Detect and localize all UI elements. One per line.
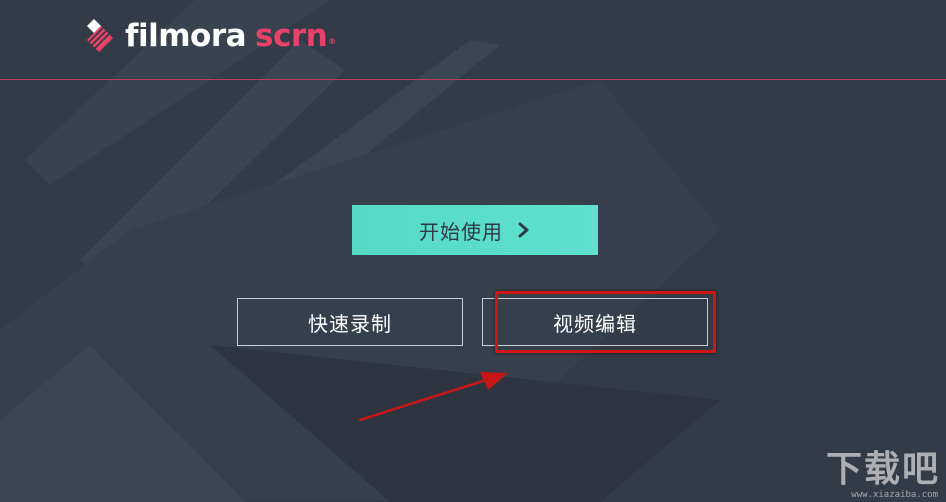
watermark: 下载吧 www.xiazaiba.com	[808, 440, 946, 502]
logo-word-scrn: scrn	[255, 18, 328, 54]
logo-wordmark: filmora scrn®	[125, 16, 336, 56]
registered-mark: ®	[328, 37, 336, 46]
quick-record-button[interactable]: 快速录制	[237, 298, 463, 346]
watermark-title: 下载吧	[825, 449, 940, 490]
start-button[interactable]: 开始使用	[352, 205, 598, 255]
filmora-logo-icon	[87, 19, 113, 52]
quick-record-label: 快速录制	[308, 311, 392, 336]
header: filmora scrn®	[0, 0, 946, 80]
header-divider	[0, 79, 946, 80]
filmora-scrn-logo: filmora scrn®	[83, 14, 336, 58]
logo-word-filmora: filmora	[125, 18, 247, 54]
start-button-label: 开始使用	[419, 219, 503, 244]
chevron-right-icon	[518, 222, 529, 238]
annotation-highlight-box	[495, 291, 716, 353]
watermark-url: www.xiazaiba.com	[851, 490, 938, 500]
